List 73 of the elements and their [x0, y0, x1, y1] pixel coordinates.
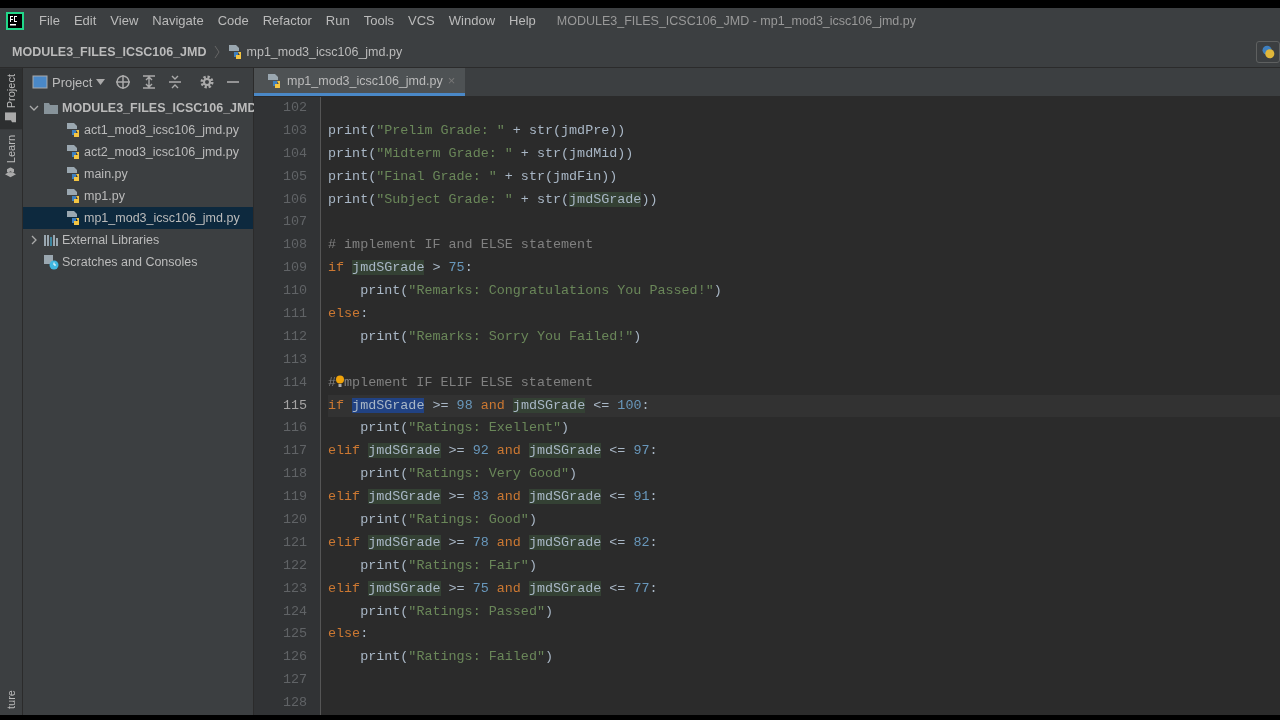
line-number: 115 — [281, 396, 308, 415]
settings-icon[interactable] — [199, 74, 216, 90]
editor-tab[interactable]: mp1_mod3_icsc106_jmd.py × — [254, 68, 466, 96]
scratches-icon — [43, 254, 59, 270]
menu-item[interactable]: Window — [441, 13, 503, 28]
python-interpreter-icon[interactable] — [1256, 41, 1280, 63]
code-line: # implement IF and ELSE statement — [328, 237, 594, 253]
menu-item[interactable]: Refactor — [255, 13, 319, 28]
folder-icon — [43, 100, 59, 116]
tree-item[interactable]: mp1_mod3_icsc106_jmd.py — [23, 207, 253, 229]
menu-item[interactable]: File — [32, 13, 67, 28]
tree-item[interactable]: act2_mod3_icsc106_jmd.py — [23, 141, 253, 163]
tool-window-tab[interactable]: Learn — [0, 129, 22, 185]
python-file-icon — [65, 210, 81, 226]
python-file-icon — [65, 188, 81, 204]
code-line: print("Subject Grade: " + str(jmdSGrade)) — [328, 191, 658, 207]
python-file-icon — [266, 72, 282, 89]
code-line: print("Ratings: Fair") — [359, 557, 537, 573]
code-line: elif jmdSGrade >= 92 and jmdSGrade <= 97: — [328, 443, 658, 459]
python-file-icon — [65, 144, 81, 160]
graduation-cap-icon — [5, 167, 17, 179]
expand-all-icon[interactable] — [141, 74, 158, 90]
tree-item[interactable]: External Libraries — [23, 229, 253, 251]
tree-item[interactable]: MODULE3_FILES_ICSC106_JMD — [23, 97, 253, 119]
menu-item[interactable]: Help — [502, 13, 543, 28]
tree-item[interactable]: mp1.py — [23, 185, 253, 207]
code-line: print("Midterm Grade: " + str(jmdMid)) — [328, 145, 634, 161]
code-line: elif jmdSGrade >= 78 and jmdSGrade <= 82: — [328, 534, 658, 550]
python-file-icon — [65, 166, 81, 182]
breadcrumb-item[interactable]: mp1_mod3_icsc106_jmd.py — [246, 45, 403, 59]
tool-window-tab[interactable]: Project — [0, 68, 22, 130]
menu-item[interactable]: Edit — [66, 13, 104, 28]
python-file-icon — [226, 44, 243, 60]
menu-item[interactable]: VCS — [401, 13, 442, 28]
code-line: else: — [328, 626, 369, 642]
tree-item[interactable]: Scratches and Consoles — [23, 251, 253, 273]
collapse-all-icon[interactable] — [167, 74, 184, 90]
tool-window-tab[interactable]: ture — [0, 684, 22, 715]
panel-icon — [32, 74, 48, 90]
dropdown-arrow-icon[interactable] — [96, 79, 106, 85]
panel-title[interactable]: Project — [52, 74, 93, 90]
code-line: # — [328, 374, 337, 390]
code-line: print("Final Grade: " + str(jmdFin)) — [328, 168, 618, 184]
code-line: print("Prelim Grade: " + str(jmdPre)) — [328, 122, 626, 138]
menu-item[interactable]: Run — [318, 13, 357, 28]
code-line: if jmdSGrade > 75: — [328, 260, 473, 276]
code-line: print("Ratings: Very Good") — [359, 466, 578, 482]
code-line: elif jmdSGrade >= 75 and jmdSGrade <= 77: — [328, 580, 658, 596]
code-line: else: — [328, 306, 369, 321]
code-line: if jmdSGrade >= 98 and jmdSGrade <= 100: — [328, 397, 650, 413]
menu-item[interactable]: Code — [210, 13, 256, 28]
code-line: print("Ratings: Good") — [359, 512, 537, 528]
code-line: print("Ratings: Passed") — [359, 603, 553, 619]
library-icon — [43, 232, 59, 248]
code-line: print("Remarks: Congratulations You Passed!") — [359, 283, 722, 299]
folder-icon — [5, 112, 17, 124]
breadcrumb-separator-icon — [212, 45, 221, 59]
code-line: mplement IF ELIF ELSE statement — [344, 374, 594, 390]
code-line: elif jmdSGrade >= 83 and jmdSGrade <= 91: — [328, 489, 658, 505]
locate-icon[interactable] — [115, 74, 132, 90]
code-line: print("Ratings: Failed") — [359, 649, 553, 665]
python-file-icon — [65, 122, 81, 138]
code-line: print("Ratings: Exellent") — [359, 420, 570, 436]
menu-item[interactable]: View — [103, 13, 146, 28]
app-logo-icon[interactable] — [6, 11, 24, 30]
tree-item[interactable]: main.py — [23, 163, 253, 185]
menu-item[interactable]: Navigate — [145, 13, 211, 28]
tree-item[interactable]: act1_mod3_icsc106_jmd.py — [23, 119, 253, 141]
code-line: print("Remarks: Sorry You Failed!") — [359, 328, 642, 344]
menu-item[interactable]: Tools — [356, 13, 402, 28]
breadcrumb-item[interactable]: MODULE3_FILES_ICSC106_JMD — [12, 45, 207, 59]
window-title: MODULE3_FILES_ICSC106_JMD - mp1_mod3_icsc106_jmd.py — [556, 13, 916, 28]
lightbulb-icon[interactable] — [336, 374, 345, 388]
